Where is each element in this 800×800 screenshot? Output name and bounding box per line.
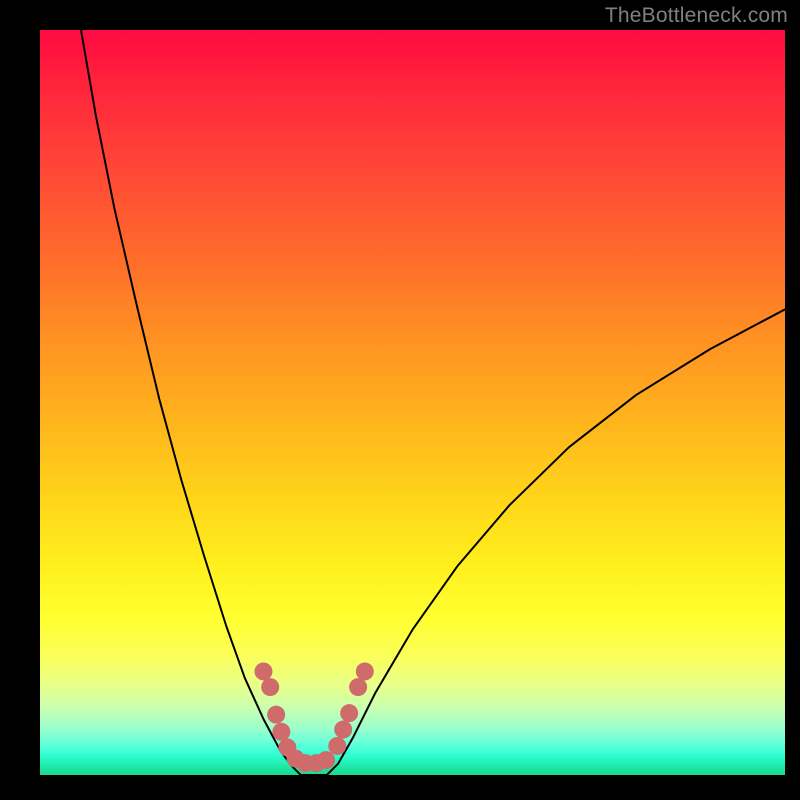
bead-marker — [272, 723, 290, 741]
bead-marker — [334, 721, 352, 739]
marker-layer — [255, 662, 374, 772]
bead-marker — [261, 678, 279, 696]
chart-svg — [40, 30, 785, 775]
bead-marker — [267, 706, 285, 724]
bead-marker — [317, 751, 335, 769]
bead-marker — [340, 704, 358, 722]
bottleneck-curve — [81, 30, 785, 775]
bead-marker — [356, 662, 374, 680]
curve-layer — [81, 30, 785, 775]
bead-marker — [328, 737, 346, 755]
watermark-label: TheBottleneck.com — [605, 4, 788, 28]
chart-frame: TheBottleneck.com — [0, 0, 800, 800]
plot-area — [40, 30, 785, 775]
bead-marker — [255, 662, 273, 680]
bead-marker — [349, 678, 367, 696]
